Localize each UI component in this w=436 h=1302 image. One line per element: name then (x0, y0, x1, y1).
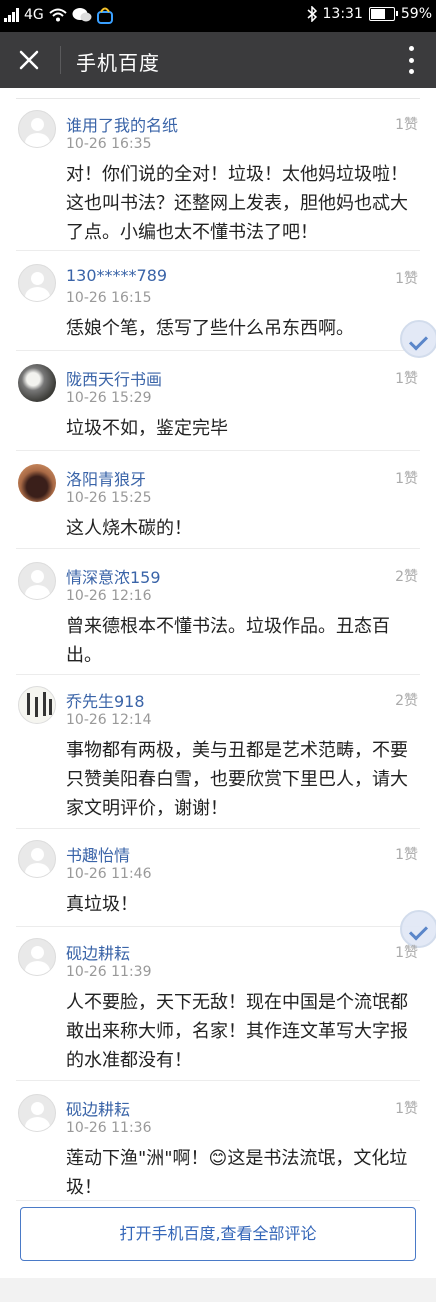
comment-author[interactable]: 洛阳青狼牙 (66, 466, 146, 490)
comment-author[interactable]: 砚边耕耘 (66, 940, 130, 964)
like-count[interactable]: 2赞 (395, 690, 418, 710)
divider (16, 98, 420, 99)
open-app-view-all-comments-button[interactable]: 打开手机百度,查看全部评论 (20, 1207, 416, 1261)
comment-author[interactable]: 130*****789 (66, 266, 167, 285)
like-count[interactable]: 1赞 (395, 1098, 418, 1118)
divider (16, 250, 420, 251)
comment-list: 谁用了我的名纸 10-26 16:35 1赞 对！你们说的全对！垃圾！太他妈垃圾… (0, 88, 436, 1278)
clock: 13:31 (322, 6, 363, 22)
comment-text: 对！你们说的全对！垃圾！太他妈垃圾啦！这也叫书法？还整网上发表，胆他妈也忒大了点… (66, 164, 408, 243)
avatar[interactable] (18, 110, 56, 148)
comment-text: 人不要脸，天下无敌！现在中国是个流氓都敢出来称大师，名家！其作连文革写大字报的水… (66, 992, 408, 1071)
like-count[interactable]: 1赞 (395, 114, 418, 134)
comment-text: 真垃圾！ (66, 894, 138, 915)
comment-time: 10-26 16:15 (66, 290, 152, 306)
comment-time: 10-26 15:25 (66, 490, 152, 506)
page-title: 手机百度 (76, 51, 160, 75)
like-count[interactable]: 2赞 (395, 566, 418, 586)
comment-text: 莲动下渔"洲"啊！😊这是书法流氓，文化垃圾！ (66, 1148, 408, 1198)
divider (16, 548, 420, 549)
divider (16, 1200, 420, 1201)
comment-time: 10-26 11:36 (66, 1120, 152, 1136)
scroll-down-button[interactable] (400, 320, 436, 358)
avatar[interactable] (18, 562, 56, 600)
comment-text: 恁娘个笔，恁写了些什么吊东西啊。 (66, 318, 354, 339)
divider (16, 828, 420, 829)
comment-author[interactable]: 情深意浓159 (66, 564, 161, 588)
comment-time: 10-26 15:29 (66, 390, 152, 406)
bottom-spacer (0, 1278, 436, 1302)
comment-text: 曾来德根本不懂书法。垃圾作品。丑态百出。 (66, 616, 390, 666)
like-count[interactable]: 1赞 (395, 268, 418, 288)
avatar[interactable] (18, 686, 56, 724)
network-type: 4G (24, 7, 44, 23)
divider (16, 1080, 420, 1081)
signal-icon (4, 8, 19, 22)
comment-author[interactable]: 书趣怡情 (66, 842, 130, 866)
divider (16, 350, 420, 351)
wifi-icon (49, 8, 67, 22)
like-count[interactable]: 1赞 (395, 942, 418, 962)
wechat-icon (72, 8, 92, 22)
comment-author[interactable]: 谁用了我的名纸 (66, 112, 178, 136)
comment-text: 这人烧木碳的！ (66, 518, 192, 539)
avatar[interactable] (18, 840, 56, 878)
close-icon[interactable] (16, 47, 42, 73)
title-bar: 手机百度 (0, 32, 436, 88)
comment-text: 事物都有两极，美与丑都是艺术范畴，不要只赞美阳春白雪，也要欣赏下里巴人，请大家文… (66, 740, 408, 819)
avatar[interactable] (18, 1094, 56, 1132)
divider (16, 674, 420, 675)
bluetooth-icon (307, 6, 317, 22)
like-count[interactable]: 1赞 (395, 468, 418, 488)
divider (16, 926, 420, 927)
comment-author[interactable]: 乔先生918 (66, 688, 145, 712)
like-count[interactable]: 1赞 (395, 844, 418, 864)
app-notification-icon (96, 7, 113, 24)
comment-author[interactable]: 陇西天行书画 (66, 366, 162, 390)
avatar[interactable] (18, 264, 56, 302)
battery-percent: 59% (400, 6, 432, 22)
comment-time: 10-26 11:39 (66, 964, 152, 980)
title-divider (60, 46, 61, 74)
comment-time: 10-26 12:14 (66, 712, 152, 728)
like-count[interactable]: 1赞 (395, 368, 418, 388)
more-menu-icon[interactable] (406, 46, 416, 74)
avatar[interactable] (18, 464, 56, 502)
divider (16, 450, 420, 451)
comment-text: 垃圾不如，鉴定完毕 (66, 418, 228, 439)
avatar[interactable] (18, 938, 56, 976)
comment-time: 10-26 12:16 (66, 588, 152, 604)
comment-author[interactable]: 砚边耕耘 (66, 1096, 130, 1120)
avatar[interactable] (18, 364, 56, 402)
battery-icon (368, 7, 398, 21)
comment-time: 10-26 16:35 (66, 136, 152, 152)
status-bar: 4G 13:31 59% (0, 0, 436, 32)
comment-time: 10-26 11:46 (66, 866, 152, 882)
